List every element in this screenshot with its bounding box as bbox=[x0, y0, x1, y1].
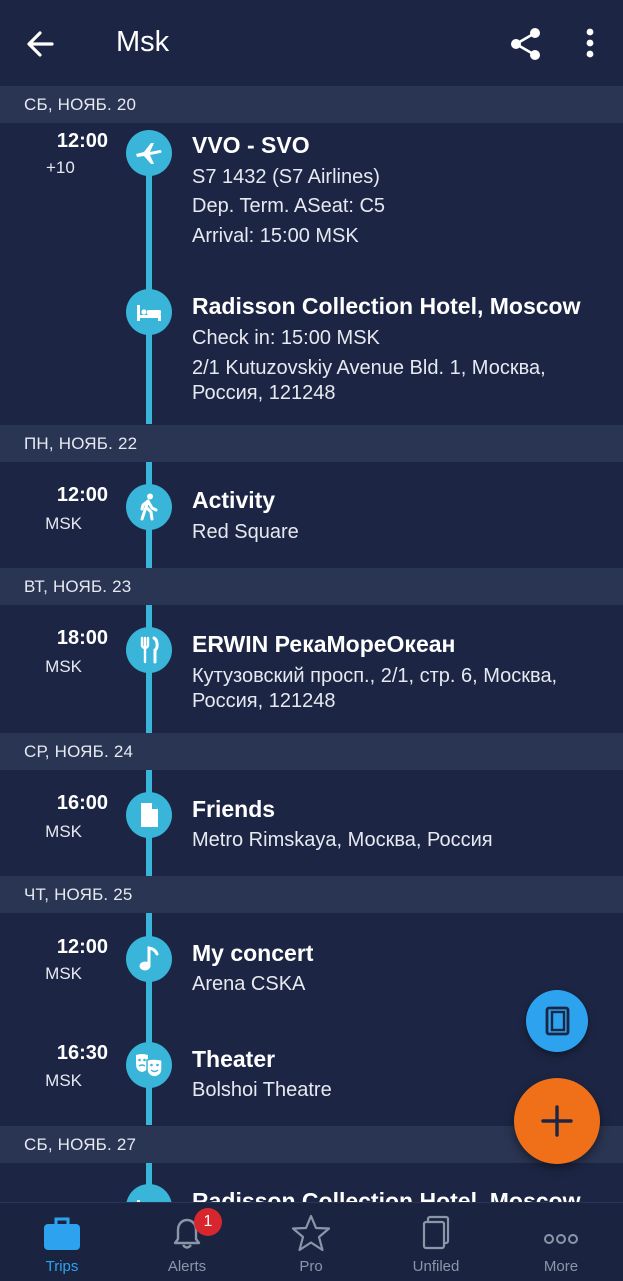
event-title: Radisson Collection Hotel, Moscow bbox=[192, 293, 581, 319]
nav-label: More bbox=[543, 1258, 579, 1275]
day-label: ЧТ, НОЯБ. 25 bbox=[24, 885, 133, 904]
day-label: ВТ, НОЯБ. 23 bbox=[24, 577, 132, 596]
event-time: 12:00 bbox=[56, 130, 108, 152]
fork-knife-icon bbox=[126, 627, 172, 673]
share-button[interactable] bbox=[506, 24, 546, 64]
day-label: ПН, НОЯБ. 22 bbox=[24, 434, 138, 453]
notebook-icon bbox=[545, 1006, 570, 1036]
event-detail: Metro Rimskaya, Москва, Россия bbox=[192, 829, 493, 851]
plus-icon bbox=[541, 1105, 573, 1137]
event-detail: Arena CSKA bbox=[192, 973, 306, 995]
app-bar: Msk bbox=[0, 0, 623, 86]
event-detail: Red Square bbox=[192, 521, 299, 543]
share-icon bbox=[511, 28, 540, 60]
event-time: 16:30 bbox=[56, 1042, 108, 1064]
event-time: 12:00 bbox=[56, 484, 108, 506]
walking-person-icon bbox=[126, 484, 172, 530]
nav-trips[interactable]: Trips bbox=[0, 1203, 124, 1281]
day-label: СБ, НОЯБ. 20 bbox=[24, 95, 137, 114]
event-timezone: MSK bbox=[45, 657, 82, 676]
document-icon bbox=[126, 792, 172, 838]
bed-icon bbox=[126, 1184, 172, 1202]
event-detail: Bolshoi Theatre bbox=[192, 1079, 332, 1101]
three-dots-icon bbox=[544, 1234, 578, 1244]
event-detail: 2/1 Kutuzovskiy Avenue Bld. 1, Москва, bbox=[192, 357, 546, 379]
music-note-icon bbox=[126, 936, 172, 982]
event-timezone: MSK bbox=[45, 964, 82, 983]
day-label: СР, НОЯБ. 24 bbox=[24, 742, 134, 761]
briefcase-icon bbox=[44, 1217, 80, 1250]
event-detail: Check in: 15:00 MSK bbox=[192, 327, 380, 349]
event-time: 16:00 bbox=[56, 792, 108, 814]
event-title: Theater bbox=[192, 1046, 276, 1072]
event-title: ERWIN РекаМореОкеан bbox=[192, 631, 456, 657]
back-button[interactable] bbox=[22, 24, 62, 64]
event-title: My concert bbox=[192, 940, 314, 966]
more-options-button[interactable] bbox=[576, 24, 604, 64]
notebook-button[interactable] bbox=[526, 990, 588, 1052]
event-title: Radisson Collection Hotel, Moscow bbox=[192, 1188, 581, 1202]
day-label: СБ, НОЯБ. 27 bbox=[24, 1135, 137, 1154]
event-time: 18:00 bbox=[56, 627, 108, 649]
day-header: ПН, НОЯБ. 22 bbox=[0, 425, 623, 462]
event-detail: Кутузовский просп., 2/1, стр. 6, Москва, bbox=[192, 665, 558, 687]
bottom-navigation: Trips Alerts Pro Unfiled More bbox=[0, 1202, 623, 1281]
event-title: Friends bbox=[192, 796, 276, 822]
documents-stack-icon bbox=[422, 1215, 450, 1250]
event-detail: Arrival: 15:00 MSK bbox=[192, 225, 359, 247]
event-title: VVO - SVO bbox=[192, 132, 310, 158]
event-detail: Россия, 121248 bbox=[192, 382, 336, 404]
more-vert-icon bbox=[586, 28, 594, 58]
add-button[interactable] bbox=[514, 1078, 600, 1164]
page-title: Msk bbox=[116, 26, 170, 58]
nav-pro[interactable]: Pro bbox=[249, 1203, 373, 1281]
arrow-left-icon bbox=[27, 31, 54, 57]
event-timezone: +10 bbox=[46, 158, 75, 177]
nav-unfiled[interactable]: Unfiled bbox=[374, 1203, 498, 1281]
alerts-badge: 1 bbox=[194, 1208, 222, 1236]
day-header: ВТ, НОЯБ. 23 bbox=[0, 568, 623, 605]
day-header: СБ, НОЯБ. 20 bbox=[0, 86, 623, 123]
nav-more[interactable]: More bbox=[499, 1203, 623, 1281]
nav-label: Alerts bbox=[167, 1258, 207, 1275]
event-timezone: MSK bbox=[45, 514, 82, 533]
event-timezone: MSK bbox=[45, 1071, 82, 1090]
event-title: Activity bbox=[192, 487, 276, 513]
day-header: ЧТ, НОЯБ. 25 bbox=[0, 876, 623, 913]
nav-label: Pro bbox=[299, 1258, 323, 1275]
nav-label: Unfiled bbox=[412, 1258, 460, 1275]
day-header: СР, НОЯБ. 24 bbox=[0, 733, 623, 770]
star-icon bbox=[291, 1214, 331, 1252]
event-detail: S7 1432 (S7 Airlines) bbox=[192, 166, 380, 188]
airplane-icon bbox=[126, 130, 172, 176]
event-detail: Dep. Term. ASeat: C5 bbox=[192, 195, 386, 217]
event-time: 12:00 bbox=[56, 936, 108, 958]
nav-label: Trips bbox=[45, 1258, 79, 1275]
event-timezone: MSK bbox=[45, 822, 82, 841]
event-detail: Россия, 121248 bbox=[192, 690, 336, 712]
theater-masks-icon bbox=[126, 1042, 172, 1088]
nav-alerts[interactable]: Alerts bbox=[125, 1203, 249, 1281]
bed-icon bbox=[126, 289, 172, 335]
